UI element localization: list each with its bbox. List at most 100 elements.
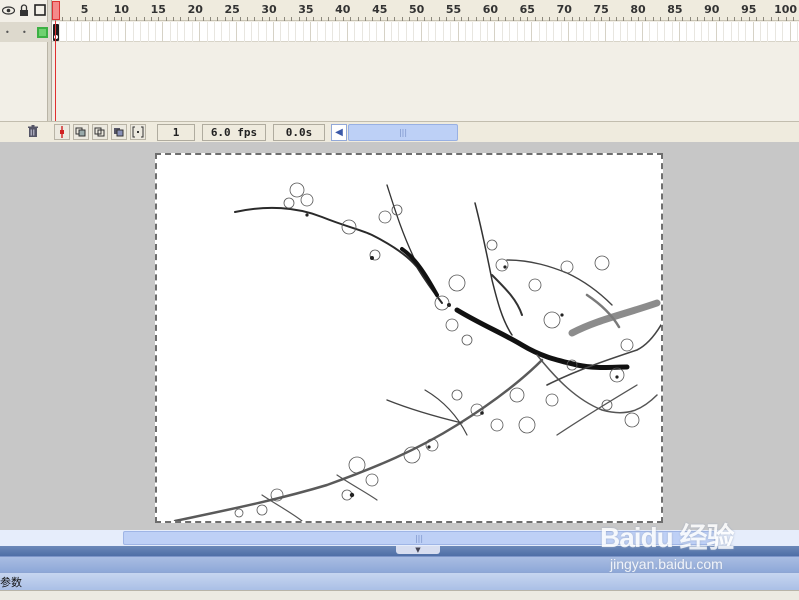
ruler-tick (232, 17, 234, 21)
ruler-number: 70 (556, 3, 572, 16)
ruler-tick (490, 17, 492, 21)
frame-cell (236, 22, 238, 42)
onion-skin-outlines-icon[interactable] (92, 124, 108, 140)
ruler-tick (770, 17, 772, 21)
ruler-tick (409, 17, 411, 21)
frame-cell (228, 22, 230, 42)
modify-onion-markers-icon[interactable] (130, 124, 146, 140)
stage-canvas[interactable] (155, 153, 663, 523)
ruler-tick (239, 17, 241, 21)
ruler-tick (305, 17, 307, 21)
properties-panel-title: 参数 (0, 575, 22, 589)
center-frame-icon[interactable] (54, 124, 70, 140)
collapse-arrow-icon[interactable]: ▼ (396, 546, 440, 554)
frame-cell (737, 22, 739, 42)
lock-icon[interactable] (17, 2, 31, 18)
frame-cell (273, 22, 275, 42)
frame-cell (332, 22, 334, 42)
ruler-tick (269, 17, 271, 21)
layer-header-icons (0, 2, 47, 19)
ruler-tick (623, 17, 625, 21)
frame-cell (664, 22, 666, 42)
ruler-tick (128, 17, 130, 21)
ruler-tick (652, 17, 654, 21)
frame-cell (169, 22, 171, 42)
frame-cell (457, 22, 459, 42)
ruler-tick (387, 17, 389, 21)
frame-cell (671, 22, 673, 42)
frame-cell (184, 22, 186, 42)
timeline-scrollbar-thumb[interactable]: ||| (348, 124, 458, 141)
ruler-number: 30 (261, 3, 277, 16)
elapsed-time-field: 0.0s (273, 124, 325, 141)
frame-cell (354, 22, 356, 42)
ruler-number: 90 (704, 3, 720, 16)
keyframe[interactable] (53, 24, 59, 41)
ruler-tick (608, 17, 610, 21)
ruler-tick (173, 17, 175, 21)
frame-cell (88, 22, 90, 42)
ruler-tick (711, 17, 713, 21)
frame-cell (103, 22, 105, 42)
ruler-tick (254, 17, 256, 21)
frame-cell (361, 22, 363, 42)
onion-skin-icon[interactable] (73, 124, 89, 140)
frame-ruler[interactable]: 1510152025303540455055606570758085909510… (51, 0, 799, 21)
ruler-tick (209, 17, 211, 21)
ruler-tick (91, 17, 93, 21)
frame-cell (420, 22, 422, 42)
ruler-tick (719, 17, 721, 21)
frame-cell (472, 22, 474, 42)
frame-cell (612, 22, 614, 42)
ruler-tick (674, 17, 676, 21)
trash-icon[interactable] (26, 125, 40, 139)
frame-rate-field[interactable]: 6.0 fps (202, 124, 266, 141)
frame-cell (715, 22, 717, 42)
ruler-tick (682, 17, 684, 21)
ruler-tick (483, 17, 485, 21)
frame-cell (250, 22, 252, 42)
ruler-tick (298, 17, 300, 21)
frame-cell (383, 22, 385, 42)
frame-cell (368, 22, 370, 42)
eye-icon[interactable] (1, 2, 15, 18)
frame-cell (649, 22, 651, 42)
ruler-tick (364, 17, 366, 21)
edit-multiple-frames-icon[interactable] (111, 124, 127, 140)
ruler-tick (564, 17, 566, 21)
frames-row[interactable] (52, 22, 799, 42)
layer-outline-swatch[interactable] (37, 26, 48, 38)
scroll-left-arrow-icon[interactable]: ◀ (331, 124, 347, 141)
ruler-tick (291, 17, 293, 21)
frame-cell (568, 22, 570, 42)
outline-icon[interactable] (33, 2, 47, 18)
frame-cell (110, 22, 112, 42)
ruler-tick (283, 17, 285, 21)
frame-cell (435, 22, 437, 42)
frame-cell (81, 22, 83, 42)
frame-cell (258, 22, 260, 42)
playhead-line (55, 21, 56, 121)
layer-row[interactable]: • • (0, 22, 48, 42)
frame-cell (605, 22, 607, 42)
watermark-logo: Baidu 经验 (600, 522, 735, 553)
frame-cell (302, 22, 304, 42)
lock-dot-icon[interactable]: • (22, 28, 34, 37)
ruler-tick (77, 17, 79, 21)
ruler-tick (158, 17, 160, 21)
frame-cell (797, 22, 798, 42)
visibility-dot-icon[interactable]: • (5, 28, 17, 37)
frame-cell (346, 22, 348, 42)
ruler-tick (756, 17, 758, 21)
frame-cell (413, 22, 415, 42)
frame-cell (619, 22, 621, 42)
frame-cell (678, 22, 680, 42)
ruler-tick (328, 17, 330, 21)
ruler-tick (460, 17, 462, 21)
ruler-tick (446, 17, 448, 21)
frame-cell (191, 22, 193, 42)
ruler-number: 100 (774, 3, 798, 16)
ruler-tick (571, 17, 573, 21)
playhead-handle[interactable] (52, 1, 60, 20)
frame-cell (767, 22, 769, 42)
